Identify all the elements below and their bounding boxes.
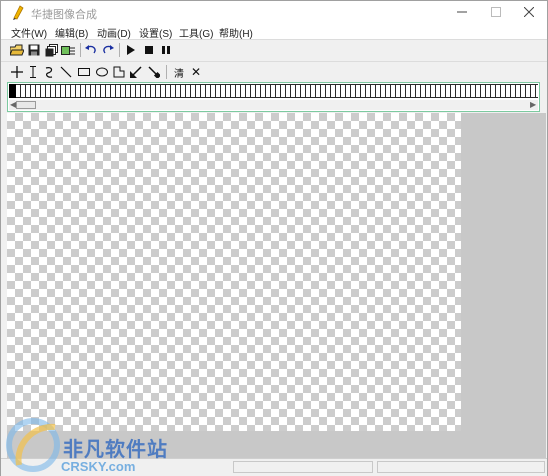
timeline-scrollbar[interactable]: ◀ ▶ [9, 100, 538, 110]
save-button[interactable] [26, 42, 42, 58]
open-folder-icon [10, 44, 24, 56]
stop-icon [145, 46, 153, 54]
drawing-toolbar: 清 ✕ [1, 61, 547, 82]
work-area [7, 113, 546, 458]
open-button[interactable] [9, 42, 25, 58]
play-button[interactable] [123, 42, 139, 58]
status-pane [377, 461, 545, 473]
toolbar-separator [119, 43, 120, 57]
delete-button[interactable]: ✕ [188, 64, 204, 80]
redo-icon [103, 45, 114, 54]
polygon-tool-icon [113, 66, 125, 78]
save-icon [28, 44, 40, 56]
clear-button[interactable]: 清 [171, 64, 187, 80]
play-icon [127, 45, 135, 55]
save-all-button[interactable] [43, 42, 59, 58]
minimize-icon [457, 11, 467, 13]
undo-icon [85, 45, 96, 54]
import-image-button[interactable] [60, 42, 76, 58]
toolbar-separator [80, 43, 81, 57]
menu-animation[interactable]: 动画(D) [97, 25, 131, 40]
image-canvas[interactable] [7, 113, 461, 431]
main-toolbar [1, 39, 547, 60]
line-tool-icon [60, 66, 72, 78]
rectangle-tool-icon [78, 68, 90, 76]
frame-strip[interactable] [9, 84, 538, 99]
arrow-tool-icon [130, 66, 142, 78]
app-logo-icon [13, 5, 24, 20]
status-pane [233, 461, 373, 473]
menu-help[interactable]: 帮助(H) [219, 25, 253, 40]
menu-bar: 文件(W) 编辑(B) 动画(D) 设置(S) 工具(G) 帮助(H) [1, 23, 547, 40]
ellipse-tool-button[interactable] [94, 64, 110, 80]
text-cursor-tool-icon [30, 66, 36, 78]
ellipse-tool-icon [96, 67, 108, 77]
eyedropper-tool-button[interactable] [146, 64, 162, 80]
rectangle-tool-button[interactable] [76, 64, 92, 80]
line-tool-button[interactable] [58, 64, 74, 80]
curve-tool-button[interactable] [41, 64, 57, 80]
redo-button[interactable] [100, 42, 116, 58]
scroll-thumb[interactable] [16, 101, 36, 109]
menu-tools[interactable]: 工具(G) [179, 25, 213, 40]
import-image-icon [61, 46, 75, 55]
pause-button[interactable] [158, 42, 174, 58]
crosshair-tool-button[interactable] [9, 64, 25, 80]
scroll-right-icon[interactable]: ▶ [530, 100, 536, 109]
text-tool-button[interactable] [25, 64, 41, 80]
menu-edit[interactable]: 编辑(B) [55, 25, 88, 40]
frame-timeline: ◀ ▶ [7, 82, 540, 112]
arrow-tool-button[interactable] [128, 64, 144, 80]
close-button[interactable] [512, 1, 546, 23]
undo-button[interactable] [83, 42, 99, 58]
selected-frame[interactable] [9, 84, 16, 98]
watermark: 非凡软件站 CRSKY.com [5, 413, 175, 475]
window-title: 华捷图像合成 [31, 9, 97, 21]
watermark-brand: 非凡软件站 [63, 439, 168, 461]
menu-file[interactable]: 文件(W) [11, 25, 47, 40]
copy-pages-icon [45, 43, 58, 56]
pause-icon [162, 46, 170, 54]
minimize-button[interactable] [445, 1, 479, 23]
maximize-icon [491, 7, 501, 17]
menu-settings[interactable]: 设置(S) [139, 25, 172, 40]
polygon-tool-button[interactable] [111, 64, 127, 80]
curve-tool-icon [45, 67, 53, 78]
maximize-button[interactable] [479, 1, 513, 23]
toolbar-separator [166, 65, 167, 79]
close-icon [524, 7, 534, 17]
frame-cell[interactable] [536, 84, 538, 98]
eyedropper-tool-icon [148, 66, 160, 78]
watermark-site: CRSKY.com [61, 459, 136, 474]
stop-button[interactable] [141, 42, 157, 58]
title-bar: 华捷图像合成 [1, 1, 547, 23]
crosshair-tool-icon [11, 66, 23, 78]
app-window: 华捷图像合成 文件(W) 编辑(B) 动画(D) 设置(S) 工具(G) 帮助(… [0, 0, 548, 476]
watermark-logo-icon [6, 418, 60, 472]
